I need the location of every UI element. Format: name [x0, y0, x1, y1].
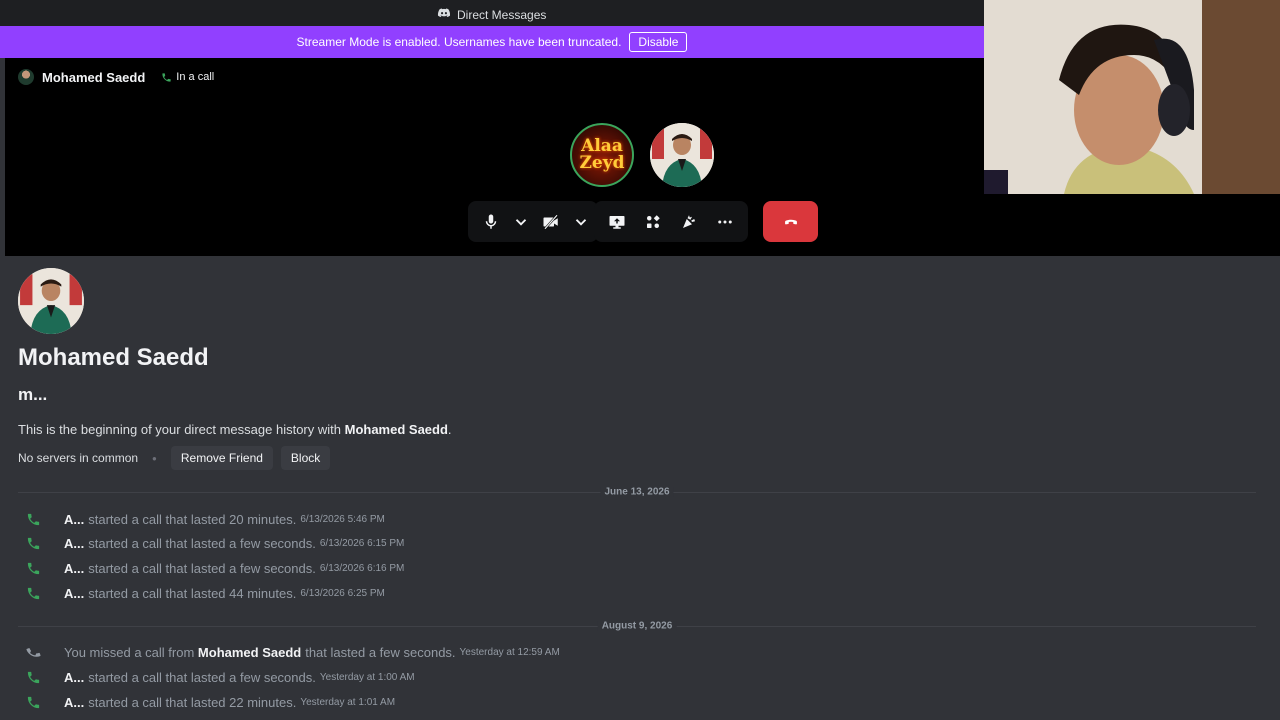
- soundboard-icon: [683, 214, 695, 228]
- more-dots-icon: [718, 220, 732, 223]
- avatar-text-line2: Zeyd: [579, 153, 625, 173]
- video-options-button[interactable]: [570, 205, 592, 239]
- person-photo-icon: [18, 268, 84, 334]
- call-recipient-name[interactable]: Mohamed Saedd: [42, 70, 145, 85]
- call-log-timestamp: 6/13/2026 6:25 PM: [300, 587, 385, 599]
- profile-actions: No servers in common ● Remove Friend Blo…: [18, 446, 331, 470]
- streamer-mode-banner: Streamer Mode is enabled. Usernames have…: [0, 26, 984, 58]
- phone-icon: [162, 72, 171, 82]
- media-controls: [468, 201, 598, 242]
- call-log-text: started a call that lasted 22 minutes.: [88, 694, 297, 710]
- call-log-user[interactable]: A...: [64, 512, 84, 527]
- separator-dot: ●: [152, 453, 157, 463]
- call-status: In a call: [161, 71, 214, 83]
- activities-icon: [647, 214, 660, 228]
- call-log-row: A... started a call that lasted a few sec…: [26, 558, 404, 578]
- hang-up-icon: [784, 219, 797, 224]
- remove-friend-button[interactable]: Remove Friend: [170, 446, 273, 470]
- audio-options-button[interactable]: [510, 205, 532, 239]
- call-log-row: A... started a call that lasted 22 minute…: [26, 692, 395, 712]
- call-log-prefix: You missed a call from: [64, 644, 198, 660]
- call-icon: [26, 561, 64, 576]
- missed-call-icon: [26, 645, 64, 660]
- avatar: [18, 69, 34, 85]
- call-log-timestamp: 6/13/2026 6:16 PM: [319, 562, 405, 574]
- call-log-row: A... started a call that lasted a few sec…: [26, 667, 415, 687]
- camera-button[interactable]: [534, 205, 568, 239]
- chevron-down-icon: [575, 218, 587, 226]
- profile-username: m...: [18, 385, 48, 404]
- call-icon: [26, 536, 64, 551]
- camera-off-icon: [543, 214, 558, 229]
- participant-avatar-alaa[interactable]: Alaa Zeyd: [570, 123, 634, 187]
- call-log-user[interactable]: Mohamed Saedd: [198, 645, 301, 660]
- person-photo-icon: [650, 123, 714, 187]
- call-log-text: started a call that lasted a few seconds…: [88, 669, 316, 685]
- call-log-row: A... started a call that lasted 20 minute…: [26, 509, 385, 529]
- call-log-timestamp: 6/13/2026 5:46 PM: [300, 513, 385, 525]
- call-log-text: that lasted a few seconds.: [305, 644, 456, 660]
- screen-share-button[interactable]: [600, 205, 634, 239]
- profile-display-name: Mohamed Saedd: [18, 344, 209, 371]
- webcam-person-image: [984, 0, 1280, 194]
- call-status-label: In a call: [176, 71, 215, 83]
- activity-controls: [594, 201, 748, 242]
- mute-button[interactable]: [474, 205, 508, 239]
- screen-share-icon: [609, 215, 625, 229]
- call-log-timestamp: 6/13/2026 6:15 PM: [319, 537, 405, 549]
- profile-avatar[interactable]: [18, 268, 84, 334]
- banner-text: Streamer Mode is enabled. Usernames have…: [296, 35, 622, 49]
- call-icon: [26, 695, 64, 710]
- soundboard-button[interactable]: [672, 205, 706, 239]
- activities-button[interactable]: [636, 205, 670, 239]
- disconnect-button[interactable]: [763, 201, 818, 242]
- call-log-user[interactable]: A...: [64, 670, 84, 685]
- date-divider: August 9, 2026: [18, 620, 1256, 632]
- dm-intro-text: This is the beginning of your direct mes…: [18, 422, 452, 437]
- intro-prefix: This is the beginning of your direct mes…: [18, 422, 345, 437]
- call-log-timestamp: Yesterday at 1:00 AM: [319, 671, 415, 683]
- dm-content: Mohamed Saedd m... This is the beginning…: [0, 256, 1280, 720]
- mutual-servers-text: No servers in common: [18, 451, 139, 465]
- call-icon: [26, 586, 64, 601]
- call-log-timestamp: Yesterday at 1:01 AM: [300, 696, 396, 708]
- call-log-text: started a call that lasted 20 minutes.: [88, 511, 297, 527]
- window-title: Direct Messages: [457, 7, 547, 22]
- call-log-user[interactable]: A...: [64, 586, 84, 601]
- call-log-user[interactable]: A...: [64, 695, 84, 710]
- microphone-icon: [485, 214, 497, 229]
- call-icon: [26, 512, 64, 527]
- streamer-webcam: [984, 0, 1280, 194]
- call-log-row: A... started a call that lasted a few sec…: [26, 533, 404, 553]
- call-log-row: A... started a call that lasted 44 minute…: [26, 583, 385, 603]
- call-log-user[interactable]: A...: [64, 561, 84, 576]
- participant-avatar-mohamed[interactable]: [650, 123, 714, 187]
- call-log-timestamp: Yesterday at 12:59 AM: [459, 646, 560, 658]
- call-log-text: started a call that lasted 44 minutes.: [88, 585, 297, 601]
- call-log-user[interactable]: A...: [64, 536, 84, 551]
- block-button[interactable]: Block: [280, 446, 331, 470]
- date-divider-label: June 13, 2026: [600, 486, 674, 498]
- discord-icon: [437, 6, 451, 23]
- call-log-text: started a call that lasted a few seconds…: [88, 560, 316, 576]
- call-icon: [26, 670, 64, 685]
- call-log-text: started a call that lasted a few seconds…: [88, 535, 316, 551]
- more-options-button[interactable]: [708, 205, 742, 239]
- chevron-down-icon: [515, 218, 527, 226]
- date-divider-label: August 9, 2026: [597, 620, 677, 632]
- date-divider: June 13, 2026: [18, 486, 1256, 498]
- intro-name: Mohamed Saedd: [344, 422, 448, 437]
- call-header: Mohamed Saedd In a call: [18, 69, 214, 85]
- intro-suffix: .: [447, 422, 452, 437]
- call-log-row: You missed a call from Mohamed Saedd that…: [26, 642, 560, 662]
- disable-streamer-mode-button[interactable]: Disable: [629, 32, 688, 52]
